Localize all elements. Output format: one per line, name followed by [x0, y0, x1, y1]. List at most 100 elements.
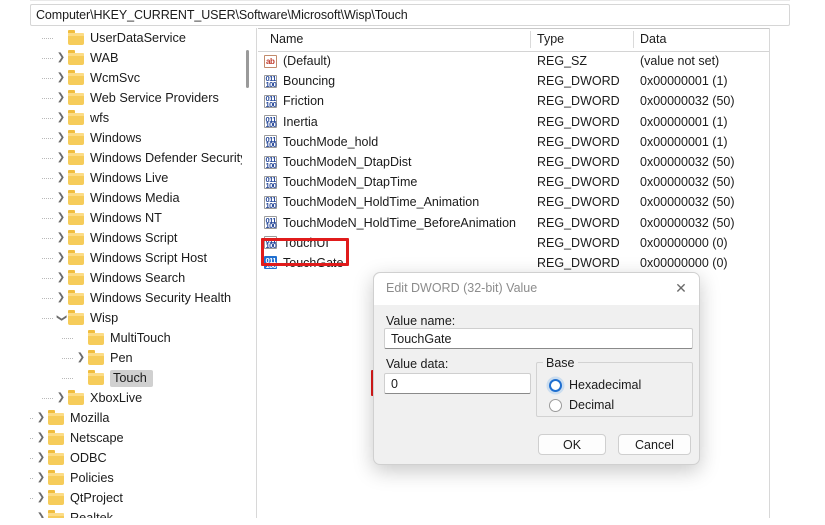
chevron-right-icon[interactable]: ❯: [54, 393, 68, 403]
tree-item-label: Wisp: [90, 310, 119, 325]
value-type-cell: REG_DWORD: [537, 134, 620, 149]
chevron-right-icon[interactable]: ❯: [34, 433, 48, 443]
table-row[interactable]: 011 100 TouchGate REG_DWORD 0x00000000 (0): [258, 253, 769, 273]
tree-item-qtproject[interactable]: ❯ QtProject: [30, 488, 252, 508]
chevron-right-icon[interactable]: ❯: [54, 253, 68, 263]
tree-item-windows-defender-security-c[interactable]: ❯ Windows Defender Security C: [30, 148, 252, 168]
table-row[interactable]: 011 100 Bouncing REG_DWORD 0x00000001 (1): [258, 71, 769, 91]
column-divider-type-data[interactable]: [633, 31, 634, 48]
chevron-right-icon[interactable]: ❯: [54, 53, 68, 63]
table-row[interactable]: ab (Default) REG_SZ (value not set): [258, 51, 769, 71]
tree-item-windows-security-health[interactable]: ❯ Windows Security Health: [30, 288, 252, 308]
value-name-text: Friction: [283, 94, 324, 109]
tree-item-wisp[interactable]: ❯ Wisp: [30, 308, 252, 328]
tree-item-windows-live[interactable]: ❯ Windows Live: [30, 168, 252, 188]
folder-icon: [68, 250, 85, 265]
close-icon[interactable]: ✕: [661, 273, 699, 304]
tree-item-xboxlive[interactable]: ❯ XboxLive: [30, 388, 252, 408]
tree-item-windows-script[interactable]: ❯ Windows Script: [30, 228, 252, 248]
chevron-right-icon[interactable]: ❯: [34, 453, 48, 463]
tree-item-windows-media[interactable]: ❯ Windows Media: [30, 188, 252, 208]
chevron-right-icon[interactable]: ❯: [54, 73, 68, 83]
table-row[interactable]: 011 100 Friction REG_DWORD 0x00000032 (50): [258, 91, 769, 111]
list-right-border: [769, 28, 770, 518]
folder-icon: [68, 390, 85, 405]
chevron-right-icon[interactable]: ❯: [34, 413, 48, 423]
radio-decimal[interactable]: Decimal: [549, 398, 614, 412]
table-row[interactable]: 011 100 TouchUI REG_DWORD 0x00000000 (0): [258, 233, 769, 253]
table-row[interactable]: 011 100 TouchMode_hold REG_DWORD 0x00000001 …: [258, 132, 769, 152]
chevron-down-icon[interactable]: ❯: [56, 311, 67, 325]
value-type-cell: REG_DWORD: [537, 195, 620, 210]
tree-item-windows-search[interactable]: ❯ Windows Search: [30, 268, 252, 288]
tree-guide-dots: [42, 258, 54, 259]
radio-hexadecimal[interactable]: Hexadecimal: [549, 378, 641, 392]
table-row[interactable]: 011 100 TouchModeN_DtapTime REG_DWORD 0x0000…: [258, 172, 769, 192]
tree-item-wfs[interactable]: ❯ wfs: [30, 108, 252, 128]
tree-scrollbar-thumb[interactable]: [246, 50, 249, 88]
column-header-data[interactable]: Data: [640, 32, 666, 46]
tree-item-windows-nt[interactable]: ❯ Windows NT: [30, 208, 252, 228]
value-name-cell: 011 100 Bouncing: [264, 74, 335, 88]
value-data-input[interactable]: 0: [384, 373, 531, 394]
list-column-header[interactable]: Name Type Data: [258, 29, 769, 52]
tree-item-odbc[interactable]: ❯ ODBC: [30, 448, 252, 468]
column-divider-name-type[interactable]: [530, 31, 531, 48]
tree-item-netscape[interactable]: ❯ Netscape: [30, 428, 252, 448]
address-bar[interactable]: Computer\HKEY_CURRENT_USER\Software\Micr…: [30, 4, 790, 26]
chevron-right-icon[interactable]: ❯: [54, 193, 68, 203]
pane-splitter[interactable]: [256, 28, 257, 518]
tree-item-pen[interactable]: ❯ Pen: [30, 348, 252, 368]
tree-item-windows[interactable]: ❯ Windows: [30, 128, 252, 148]
chevron-right-icon[interactable]: ❯: [54, 273, 68, 283]
tree-guide-dots: [42, 318, 54, 319]
value-name-input[interactable]: TouchGate: [384, 328, 693, 349]
tree-item-multitouch[interactable]: MultiTouch: [30, 328, 252, 348]
value-name-text: TouchUI: [283, 235, 329, 250]
tree-item-wab[interactable]: ❯ WAB: [30, 48, 252, 68]
ok-button[interactable]: OK: [538, 434, 606, 455]
chevron-right-icon[interactable]: ❯: [34, 513, 48, 519]
tree-item-mozilla[interactable]: ❯ Mozilla: [30, 408, 252, 428]
chevron-right-icon[interactable]: ❯: [54, 113, 68, 123]
registry-key-tree[interactable]: UserDataService ❯ WAB ❯ WcmSvc ❯ Web Service P…: [30, 28, 252, 518]
chevron-right-icon[interactable]: ❯: [34, 493, 48, 503]
tree-guide-dots: [62, 338, 74, 339]
cancel-button[interactable]: Cancel: [618, 434, 691, 455]
dword-value-icon: 011 100: [264, 175, 277, 190]
tree-scrollbar[interactable]: [242, 28, 252, 518]
table-row[interactable]: 011 100 Inertia REG_DWORD 0x00000001 (1): [258, 112, 769, 132]
chevron-right-icon[interactable]: ❯: [34, 473, 48, 483]
folder-icon: [48, 470, 65, 485]
tree-item-policies[interactable]: ❯ Policies: [30, 468, 252, 488]
chevron-right-icon[interactable]: ❯: [74, 353, 88, 363]
folder-icon: [68, 170, 85, 185]
chevron-right-icon[interactable]: ❯: [54, 173, 68, 183]
chevron-right-icon[interactable]: ❯: [54, 133, 68, 143]
table-row[interactable]: 011 100 TouchModeN_HoldTime_BeforeAnimatio…: [258, 213, 769, 233]
tree-item-label: Windows Script: [90, 230, 178, 245]
tree-guide-dots: [42, 98, 54, 99]
tree-item-web-service-providers[interactable]: ❯ Web Service Providers: [30, 88, 252, 108]
chevron-right-icon[interactable]: ❯: [54, 153, 68, 163]
folder-icon: [88, 330, 105, 345]
tree-item-userdataservice[interactable]: UserDataService: [30, 28, 252, 48]
chevron-right-icon[interactable]: ❯: [54, 293, 68, 303]
folder-icon: [68, 130, 85, 145]
value-name-cell: 011 100 Inertia: [264, 115, 318, 129]
tree-item-touch[interactable]: Touch: [30, 368, 252, 388]
tree-guide-dots: [30, 438, 34, 439]
folder-icon: [68, 210, 85, 225]
chevron-right-icon[interactable]: ❯: [54, 93, 68, 103]
column-header-type[interactable]: Type: [537, 32, 564, 46]
table-row[interactable]: 011 100 TouchModeN_DtapDist REG_DWORD 0x0000…: [258, 152, 769, 172]
tree-item-wcmsvc[interactable]: ❯ WcmSvc: [30, 68, 252, 88]
tree-item-windows-script-host[interactable]: ❯ Windows Script Host: [30, 248, 252, 268]
tree-guide-dots: [42, 278, 54, 279]
tree-item-realtek[interactable]: ❯ Realtek: [30, 508, 252, 518]
chevron-right-icon[interactable]: ❯: [54, 233, 68, 243]
tree-guide-dots: [42, 78, 54, 79]
chevron-right-icon[interactable]: ❯: [54, 213, 68, 223]
table-row[interactable]: 011 100 TouchModeN_HoldTime_Animation REG_D…: [258, 192, 769, 212]
column-header-name[interactable]: Name: [270, 32, 303, 46]
